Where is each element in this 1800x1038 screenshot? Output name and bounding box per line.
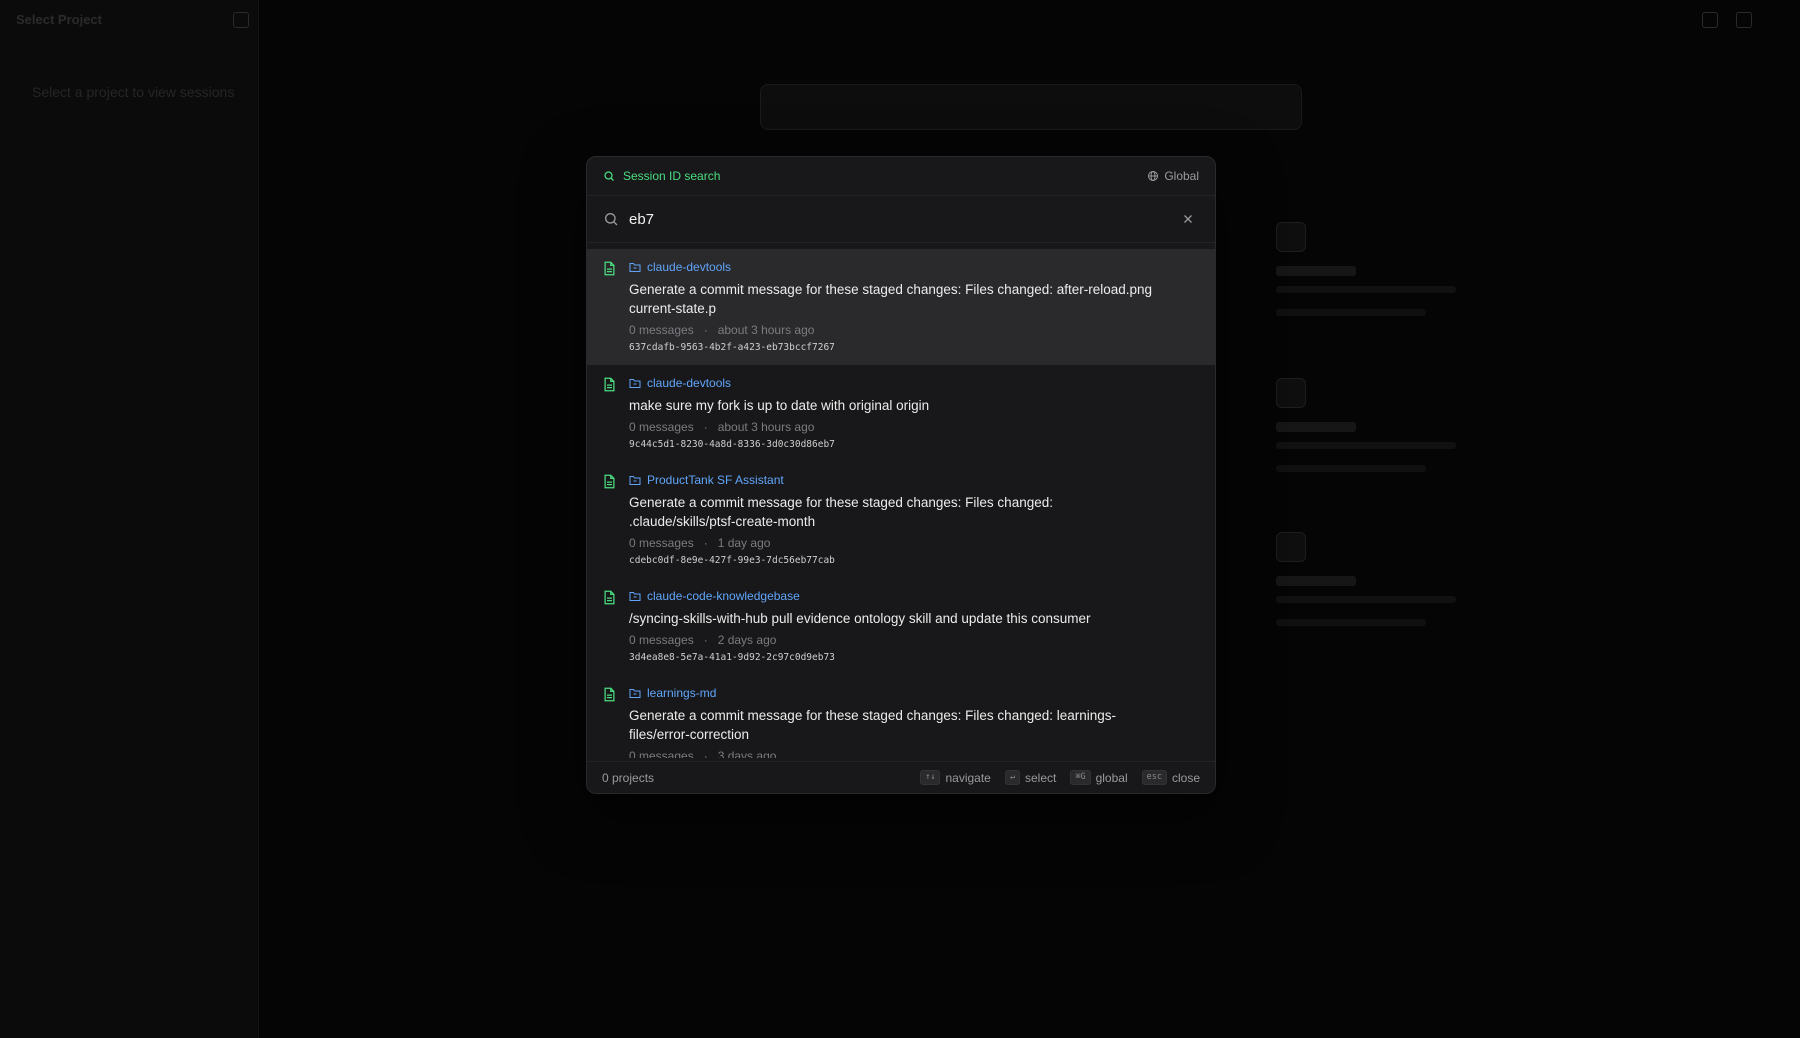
file-text-icon [604, 261, 615, 276]
meta-separator: · [703, 536, 708, 550]
folder-icon [629, 689, 641, 698]
global-scope-toggle[interactable]: Global [1147, 169, 1199, 183]
search-mode: Session ID search [603, 169, 720, 183]
results-list: claude-devtools Generate a commit messag… [587, 243, 1215, 758]
keyboard-hints: ↑↓ navigate ↵ select ⌘G global esc close [920, 770, 1200, 785]
result-item[interactable]: claude-devtools make sure my fork is up … [587, 365, 1215, 462]
result-session-id: 9c44c5d1-8230-4a8d-8336-3d0c30d86eb7 [629, 439, 835, 450]
notification-icon[interactable] [1702, 12, 1718, 28]
result-project: claude-code-knowledgebase [647, 589, 800, 603]
global-hint: ⌘G global [1070, 770, 1128, 785]
globe-icon [1148, 171, 1159, 181]
folder-icon [1276, 532, 1306, 562]
scope-label: Global [1164, 169, 1199, 183]
file-text-icon [604, 687, 615, 702]
sidebar: Select Project Select a project to view … [0, 0, 259, 1038]
result-title: Generate a commit message for these stag… [629, 495, 1053, 529]
settings-icon[interactable] [1736, 12, 1752, 28]
folder-icon [629, 263, 641, 272]
project-card[interactable] [1276, 378, 1476, 498]
global-key: ⌘G [1070, 770, 1091, 785]
search-row [587, 196, 1215, 243]
file-text-icon [604, 590, 615, 605]
sidebar-hint: Select a project to view sessions [32, 84, 235, 100]
global-label: global [1095, 770, 1128, 785]
result-title: make sure my fork is up to date with ori… [629, 398, 930, 413]
select-label: select [1024, 770, 1057, 785]
meta-separator: · [703, 633, 708, 647]
result-title: /syncing-skills-with-hub pull evidence o… [629, 611, 1091, 626]
result-time: about 3 hours ago [717, 420, 815, 434]
file-text-icon [604, 474, 615, 489]
result-session-id: 3d4ea8e8-5e7a-41a1-9d92-2c97c0d9eb73 [629, 652, 835, 663]
result-message-count: 0 messages [629, 323, 694, 337]
result-title: Generate a commit message for these stag… [629, 282, 1153, 316]
result-project: ProductTank SF Assistant [647, 473, 784, 487]
session-search-input[interactable] [629, 210, 1177, 228]
meta-separator: · [703, 749, 708, 758]
navigate-label: navigate [945, 770, 991, 785]
result-time: about 3 hours ago [717, 323, 815, 337]
close-key: esc [1141, 770, 1167, 785]
result-project: learnings-md [647, 686, 717, 700]
close-label: close [1171, 770, 1200, 785]
folder-icon [1276, 378, 1306, 408]
file-text-icon [604, 377, 615, 392]
result-time: 3 days ago [717, 749, 777, 758]
result-session-id: cdebc0df-8e9e-427f-99e3-7dc56eb77cab [629, 555, 835, 566]
result-message-count: 0 messages [629, 749, 694, 758]
session-search-modal: Session ID search Global claude-devtools… [586, 156, 1216, 794]
folder-icon [1276, 222, 1306, 252]
result-item[interactable]: claude-code-knowledgebase /syncing-skill… [587, 578, 1215, 675]
folder-icon [629, 476, 641, 485]
result-time: 2 days ago [717, 633, 777, 647]
close-hint: esc close [1141, 770, 1200, 785]
search-icon [605, 213, 618, 226]
result-project: claude-devtools [647, 260, 732, 274]
result-item[interactable]: learnings-md Generate a commit message f… [587, 675, 1215, 758]
project-search-input[interactable] [760, 84, 1302, 130]
project-card[interactable] [1276, 532, 1476, 652]
close-icon [1184, 215, 1192, 223]
project-count: 0 projects [602, 770, 655, 785]
select-hint: ↵ select [1004, 770, 1057, 785]
navigate-hint: ↑↓ navigate [920, 770, 991, 785]
meta-separator: · [703, 420, 708, 434]
search-icon [604, 171, 614, 181]
result-message-count: 0 messages [629, 420, 694, 434]
meta-separator: · [703, 323, 708, 337]
folder-icon [629, 592, 641, 601]
folder-icon [629, 379, 641, 388]
clear-search-button[interactable] [1177, 208, 1199, 230]
result-item[interactable]: ProductTank SF Assistant Generate a comm… [587, 462, 1215, 578]
result-message-count: 0 messages [629, 633, 694, 647]
select-key: ↵ [1004, 770, 1020, 785]
result-title: Generate a commit message for these stag… [629, 708, 1117, 742]
result-project: claude-devtools [647, 376, 732, 390]
search-mode-label: Session ID search [623, 169, 721, 183]
sidebar-toggle-icon[interactable] [233, 12, 249, 28]
result-item[interactable]: claude-devtools Generate a commit messag… [587, 249, 1215, 365]
result-session-id: 637cdafb-9563-4b2f-a423-eb73bccf7267 [629, 342, 835, 353]
modal-header: Session ID search Global [587, 157, 1215, 196]
navigate-key: ↑↓ [920, 770, 941, 785]
result-message-count: 0 messages [629, 536, 694, 550]
result-time: 1 day ago [717, 536, 771, 550]
project-selector[interactable]: Select Project [16, 12, 102, 27]
project-card[interactable] [1276, 222, 1476, 342]
modal-footer: 0 projects ↑↓ navigate ↵ select ⌘G global e… [587, 761, 1215, 793]
